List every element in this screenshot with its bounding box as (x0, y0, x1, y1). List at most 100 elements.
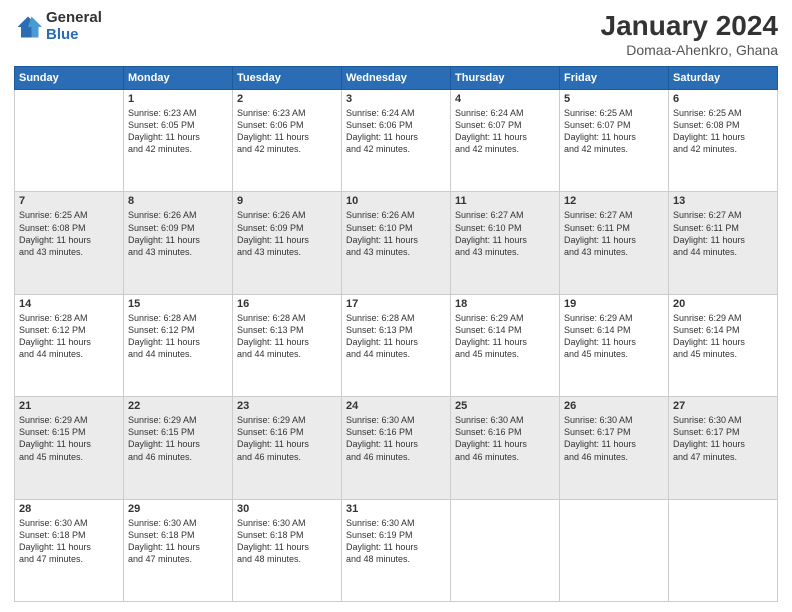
day-info: Sunrise: 6:29 AMSunset: 6:15 PMDaylight:… (128, 414, 228, 463)
day-number: 5 (564, 93, 664, 105)
calendar-cell: 22 Sunrise: 6:29 AMSunset: 6:15 PMDayligh… (124, 397, 233, 499)
day-info: Sunrise: 6:26 AMSunset: 6:10 PMDaylight:… (346, 209, 446, 258)
calendar-cell: 14Sunrise: 6:28 AMSunset: 6:12 PMDayligh… (15, 294, 124, 396)
calendar-cell: 20Sunrise: 6:29 AMSunset: 6:14 PMDayligh… (669, 294, 778, 396)
day-info: Sunrise: 6:25 AMSunset: 6:07 PMDaylight:… (564, 107, 664, 156)
calendar-cell: 7 Sunrise: 6:25 AMSunset: 6:08 PMDaylight… (15, 192, 124, 294)
day-info: Sunrise: 6:23 AMSunset: 6:05 PMDaylight:… (128, 107, 228, 156)
day-number: 7 (19, 195, 119, 207)
calendar-cell: 26Sunrise: 6:30 AMSunset: 6:17 PMDayligh… (560, 397, 669, 499)
calendar-week-row-5: 28 Sunrise: 6:30 AMSunset: 6:18 PMDayligh… (15, 499, 778, 601)
calendar-cell: 12 Sunrise: 6:27 AMSunset: 6:11 PMDayligh… (560, 192, 669, 294)
day-info: Sunrise: 6:29 AMSunset: 6:16 PMDaylight:… (237, 414, 337, 463)
day-info: Sunrise: 6:30 AMSunset: 6:17 PMDaylight:… (564, 414, 664, 463)
calendar-cell (451, 499, 560, 601)
day-number: 15 (128, 298, 228, 310)
calendar-cell: 25 Sunrise: 6:30 AMSunset: 6:16 PMDayligh… (451, 397, 560, 499)
calendar-cell: 8 Sunrise: 6:26 AMSunset: 6:09 PMDaylight… (124, 192, 233, 294)
calendar-cell: 28 Sunrise: 6:30 AMSunset: 6:18 PMDayligh… (15, 499, 124, 601)
logo-general-text: General (46, 10, 102, 27)
calendar: Sunday Monday Tuesday Wednesday Thursday… (14, 66, 778, 602)
day-number: 30 (237, 503, 337, 515)
title-block: January 2024 Domaa-Ahenkro, Ghana (601, 10, 778, 58)
calendar-cell: 19Sunrise: 6:29 AMSunset: 6:14 PMDayligh… (560, 294, 669, 396)
day-number: 19 (564, 298, 664, 310)
calendar-cell: 30Sunrise: 6:30 AMSunset: 6:18 PMDayligh… (233, 499, 342, 601)
day-number: 22 (128, 400, 228, 412)
day-info: Sunrise: 6:27 AMSunset: 6:10 PMDaylight:… (455, 209, 555, 258)
calendar-cell: 15 Sunrise: 6:28 AMSunset: 6:12 PMDayligh… (124, 294, 233, 396)
calendar-cell: 23Sunrise: 6:29 AMSunset: 6:16 PMDayligh… (233, 397, 342, 499)
day-info: Sunrise: 6:27 AMSunset: 6:11 PMDaylight:… (673, 209, 773, 258)
col-saturday: Saturday (669, 67, 778, 90)
day-info: Sunrise: 6:30 AMSunset: 6:19 PMDaylight:… (346, 517, 446, 566)
day-number: 29 (128, 503, 228, 515)
calendar-cell: 24 Sunrise: 6:30 AMSunset: 6:16 PMDayligh… (342, 397, 451, 499)
day-info: Sunrise: 6:24 AMSunset: 6:06 PMDaylight:… (346, 107, 446, 156)
day-number: 13 (673, 195, 773, 207)
calendar-cell: 18 Sunrise: 6:29 AMSunset: 6:14 PMDayligh… (451, 294, 560, 396)
day-info: Sunrise: 6:23 AMSunset: 6:06 PMDaylight:… (237, 107, 337, 156)
day-number: 9 (237, 195, 337, 207)
day-number: 27 (673, 400, 773, 412)
header: General Blue January 2024 Domaa-Ahenkro,… (14, 10, 778, 58)
day-info: Sunrise: 6:30 AMSunset: 6:16 PMDaylight:… (455, 414, 555, 463)
day-number: 6 (673, 93, 773, 105)
calendar-cell: 1 Sunrise: 6:23 AMSunset: 6:05 PMDaylight… (124, 90, 233, 192)
main-title: January 2024 (601, 10, 778, 42)
day-info: Sunrise: 6:28 AMSunset: 6:13 PMDaylight:… (346, 312, 446, 361)
calendar-cell: 10Sunrise: 6:26 AMSunset: 6:10 PMDayligh… (342, 192, 451, 294)
col-thursday: Thursday (451, 67, 560, 90)
calendar-cell: 5 Sunrise: 6:25 AMSunset: 6:07 PMDaylight… (560, 90, 669, 192)
calendar-cell: 27 Sunrise: 6:30 AMSunset: 6:17 PMDayligh… (669, 397, 778, 499)
col-sunday: Sunday (15, 67, 124, 90)
logo: General Blue (14, 10, 102, 43)
calendar-cell: 31Sunrise: 6:30 AMSunset: 6:19 PMDayligh… (342, 499, 451, 601)
day-info: Sunrise: 6:27 AMSunset: 6:11 PMDaylight:… (564, 209, 664, 258)
day-info: Sunrise: 6:25 AMSunset: 6:08 PMDaylight:… (673, 107, 773, 156)
day-info: Sunrise: 6:30 AMSunset: 6:16 PMDaylight:… (346, 414, 446, 463)
day-number: 18 (455, 298, 555, 310)
day-info: Sunrise: 6:28 AMSunset: 6:12 PMDaylight:… (128, 312, 228, 361)
calendar-cell: 21 Sunrise: 6:29 AMSunset: 6:15 PMDayligh… (15, 397, 124, 499)
day-info: Sunrise: 6:30 AMSunset: 6:18 PMDaylight:… (128, 517, 228, 566)
day-info: Sunrise: 6:29 AMSunset: 6:15 PMDaylight:… (19, 414, 119, 463)
col-wednesday: Wednesday (342, 67, 451, 90)
day-info: Sunrise: 6:30 AMSunset: 6:17 PMDaylight:… (673, 414, 773, 463)
calendar-cell: 29 Sunrise: 6:30 AMSunset: 6:18 PMDayligh… (124, 499, 233, 601)
day-number: 11 (455, 195, 555, 207)
calendar-week-row-1: 1 Sunrise: 6:23 AMSunset: 6:05 PMDaylight… (15, 90, 778, 192)
calendar-cell: 16Sunrise: 6:28 AMSunset: 6:13 PMDayligh… (233, 294, 342, 396)
day-number: 1 (128, 93, 228, 105)
day-info: Sunrise: 6:30 AMSunset: 6:18 PMDaylight:… (19, 517, 119, 566)
day-number: 4 (455, 93, 555, 105)
calendar-cell: 2 Sunrise: 6:23 AMSunset: 6:06 PMDaylight… (233, 90, 342, 192)
logo-icon (14, 13, 42, 41)
day-info: Sunrise: 6:29 AMSunset: 6:14 PMDaylight:… (455, 312, 555, 361)
day-number: 8 (128, 195, 228, 207)
calendar-cell (560, 499, 669, 601)
col-monday: Monday (124, 67, 233, 90)
page: General Blue January 2024 Domaa-Ahenkro,… (0, 0, 792, 612)
day-number: 25 (455, 400, 555, 412)
calendar-cell: 11 Sunrise: 6:27 AMSunset: 6:10 PMDayligh… (451, 192, 560, 294)
day-number: 28 (19, 503, 119, 515)
day-number: 21 (19, 400, 119, 412)
col-friday: Friday (560, 67, 669, 90)
day-number: 17 (346, 298, 446, 310)
calendar-week-row-2: 7 Sunrise: 6:25 AMSunset: 6:08 PMDaylight… (15, 192, 778, 294)
calendar-cell: 4 Sunrise: 6:24 AMSunset: 6:07 PMDaylight… (451, 90, 560, 192)
day-info: Sunrise: 6:26 AMSunset: 6:09 PMDaylight:… (128, 209, 228, 258)
calendar-cell: 6 Sunrise: 6:25 AMSunset: 6:08 PMDaylight… (669, 90, 778, 192)
day-info: Sunrise: 6:24 AMSunset: 6:07 PMDaylight:… (455, 107, 555, 156)
day-info: Sunrise: 6:25 AMSunset: 6:08 PMDaylight:… (19, 209, 119, 258)
logo-text: General Blue (46, 10, 102, 43)
day-number: 24 (346, 400, 446, 412)
calendar-cell (15, 90, 124, 192)
day-number: 2 (237, 93, 337, 105)
day-number: 12 (564, 195, 664, 207)
calendar-header-row: Sunday Monday Tuesday Wednesday Thursday… (15, 67, 778, 90)
logo-blue-text: Blue (46, 27, 102, 44)
day-number: 16 (237, 298, 337, 310)
calendar-cell: 9Sunrise: 6:26 AMSunset: 6:09 PMDaylight… (233, 192, 342, 294)
